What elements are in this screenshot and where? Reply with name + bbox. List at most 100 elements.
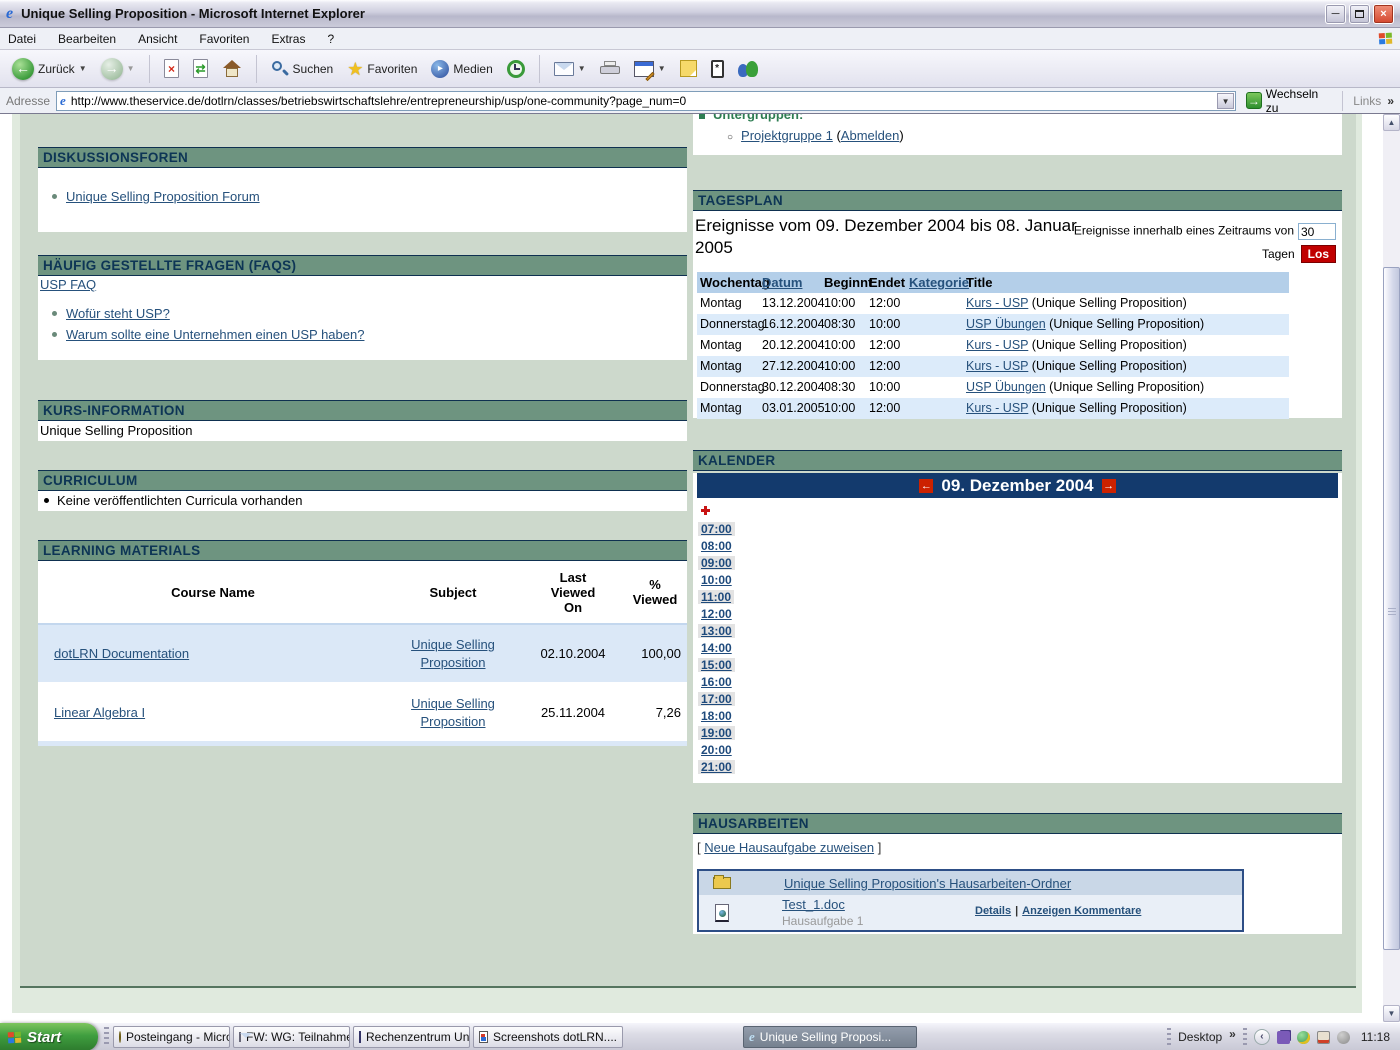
chevron-double-icon[interactable]: [1387, 94, 1394, 108]
scroll-up-button[interactable]: ▲: [1383, 114, 1400, 131]
calendar-time-link[interactable]: 13:00: [698, 624, 735, 638]
print-button[interactable]: [596, 59, 624, 79]
maximize-button[interactable]: [1349, 4, 1370, 24]
collapse-tray-icon[interactable]: ‹: [1254, 1029, 1270, 1045]
search-button[interactable]: Suchen: [267, 58, 338, 80]
forward-button[interactable]: → ▼: [97, 56, 139, 82]
calendar-time-link[interactable]: 10:00: [698, 573, 735, 587]
taskbar-task-screenshots[interactable]: Screenshots dotLRN....: [473, 1026, 623, 1048]
next-month-icon[interactable]: →: [1102, 479, 1116, 493]
faq-question-link[interactable]: Warum sollte eine Unternehmen einen USP …: [66, 327, 364, 342]
course-link[interactable]: dotLRN Documentation: [54, 646, 189, 661]
subject-link[interactable]: Unique Selling Proposition: [411, 695, 495, 730]
details-link[interactable]: Details: [975, 905, 1011, 917]
col-kategorie-sort-link[interactable]: Kategorie: [909, 275, 969, 290]
messenger-icon: [738, 60, 760, 78]
taskbar-task-outlook[interactable]: Posteingang - Micros...: [113, 1026, 230, 1048]
tagesplan-range-controls: Ereignisse innerhalb eines Zeitraums von…: [1046, 223, 1336, 263]
links-label[interactable]: Links: [1353, 94, 1381, 108]
calendar-time-link[interactable]: 19:00: [698, 726, 735, 740]
scroll-down-button[interactable]: ▼: [1383, 1005, 1400, 1022]
stop-button[interactable]: ×: [160, 57, 183, 80]
calendar-time-link[interactable]: 09:00: [698, 556, 735, 570]
subject-link[interactable]: Unique Selling Proposition: [411, 636, 495, 671]
event-link[interactable]: Kurs - USP: [966, 296, 1028, 310]
calendar-time-link[interactable]: 11:00: [698, 590, 734, 604]
edit-dropdown-icon[interactable]: ▼: [658, 64, 666, 73]
back-button[interactable]: ← Zurück ▼: [8, 56, 91, 82]
homework-file-link[interactable]: Test_1.doc: [782, 897, 845, 912]
prev-month-icon[interactable]: ←: [919, 479, 933, 493]
calendar-time-link[interactable]: 17:00: [698, 692, 735, 706]
forward-dropdown-icon[interactable]: ▼: [127, 64, 135, 73]
vertical-scrollbar[interactable]: ▲ ▼: [1383, 114, 1400, 1022]
calendar-time-link[interactable]: 08:00: [698, 539, 735, 553]
timespan-input[interactable]: [1298, 223, 1336, 240]
col-datum-sort-link[interactable]: Datum: [762, 275, 802, 290]
abmelden-link[interactable]: Abmelden: [841, 128, 900, 143]
event-link[interactable]: USP Übungen: [966, 317, 1046, 331]
projektgruppe-link[interactable]: Projektgruppe 1: [741, 128, 833, 143]
mail-button[interactable]: ▼: [550, 60, 590, 78]
mail-dropdown-icon[interactable]: ▼: [578, 64, 586, 73]
taskbar-task-mail-message[interactable]: FW: WG: Teilnahme v...: [233, 1026, 350, 1048]
favorites-button[interactable]: ★ Favoriten: [343, 58, 421, 80]
calendar-time-link[interactable]: 15:00: [698, 658, 735, 672]
messenger-button[interactable]: [734, 58, 764, 80]
address-dropdown-icon[interactable]: ▼: [1217, 93, 1234, 109]
device-button[interactable]: *: [707, 58, 728, 80]
calendar-time-link[interactable]: 12:00: [698, 607, 735, 621]
go-button[interactable]: → Wechseln zu: [1242, 85, 1332, 117]
tray-volume-icon[interactable]: [1337, 1031, 1350, 1044]
event-link[interactable]: Kurs - USP: [966, 359, 1028, 373]
assign-homework-link[interactable]: Neue Hausaufgabe zuweisen: [704, 840, 874, 855]
history-button[interactable]: [503, 58, 529, 80]
menu-favoriten[interactable]: Favoriten: [199, 32, 249, 46]
calendar-time-link[interactable]: 18:00: [698, 709, 735, 723]
menu-datei[interactable]: Datei: [8, 32, 36, 46]
tray-network-icon[interactable]: [1297, 1031, 1310, 1044]
taskbar-task-ie-active[interactable]: e Unique Selling Proposi...: [743, 1026, 917, 1048]
calendar-time-link[interactable]: 14:00: [698, 641, 735, 655]
home-button[interactable]: [218, 58, 246, 80]
close-button[interactable]: ×: [1373, 4, 1394, 24]
forum-link[interactable]: Unique Selling Proposition Forum: [66, 189, 260, 204]
scrollbar-thumb[interactable]: [1383, 267, 1400, 950]
toolbar-separator: [539, 55, 540, 83]
desktop-toolbar-label[interactable]: Desktop: [1178, 1030, 1222, 1044]
los-button[interactable]: Los: [1301, 245, 1336, 263]
minimize-button[interactable]: ─: [1325, 4, 1346, 24]
refresh-button[interactable]: ⇄: [189, 57, 212, 80]
media-button[interactable]: ▸ Medien: [427, 58, 496, 80]
tray-app-icon[interactable]: [1277, 1031, 1290, 1044]
faq-group-link[interactable]: USP FAQ: [40, 277, 96, 292]
event-start: 10:00: [824, 293, 869, 314]
event-link[interactable]: Kurs - USP: [966, 338, 1028, 352]
learning-materials-header-row: Course Name Subject Last Viewed On % Vie…: [38, 561, 687, 623]
quicklaunch-handle[interactable]: [104, 1027, 109, 1047]
calendar-time-link[interactable]: 21:00: [698, 760, 735, 774]
back-dropdown-icon[interactable]: ▼: [79, 64, 87, 73]
course-link[interactable]: Linear Algebra I: [54, 705, 145, 720]
add-event-icon[interactable]: [701, 506, 710, 515]
address-input[interactable]: e http://www.theservice.de/dotlrn/classe…: [56, 91, 1236, 111]
calendar-time-link[interactable]: 07:00: [698, 522, 735, 536]
menu-extras[interactable]: Extras: [271, 32, 305, 46]
homework-folder-link[interactable]: Unique Selling Proposition's Hausarbeite…: [784, 876, 1071, 891]
start-button[interactable]: Start: [0, 1023, 98, 1050]
chevron-double-icon[interactable]: [1229, 1027, 1236, 1041]
show-comments-link[interactable]: Anzeigen Kommentare: [1022, 905, 1141, 917]
faq-question-link[interactable]: Wofür steht USP?: [66, 306, 170, 321]
menu-ansicht[interactable]: Ansicht: [138, 32, 177, 46]
menu-hilfe[interactable]: ?: [327, 32, 334, 46]
edit-button[interactable]: ▼: [630, 59, 670, 79]
tray-display-icon[interactable]: [1317, 1031, 1330, 1044]
calendar-time-link[interactable]: 20:00: [698, 743, 735, 757]
event-link[interactable]: USP Übungen: [966, 380, 1046, 394]
tray-handle[interactable]: [1167, 1028, 1171, 1046]
discuss-button[interactable]: [676, 58, 701, 79]
event-link[interactable]: Kurs - USP: [966, 401, 1028, 415]
taskbar-task-rechenzentrum[interactable]: Rechenzentrum Uni K...: [353, 1026, 470, 1048]
calendar-time-link[interactable]: 16:00: [698, 675, 735, 689]
menu-bearbeiten[interactable]: Bearbeiten: [58, 32, 116, 46]
